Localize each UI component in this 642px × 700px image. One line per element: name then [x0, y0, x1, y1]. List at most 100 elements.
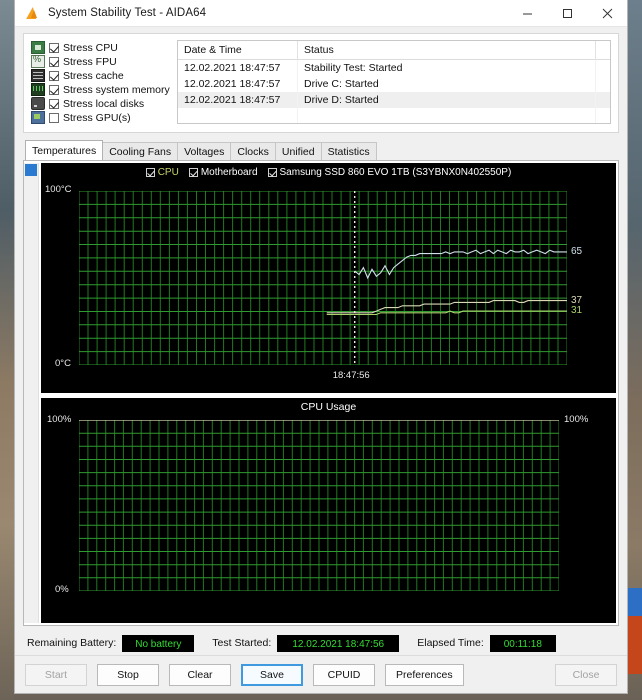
test-started-value: 12.02.2021 18:47:56: [277, 634, 400, 652]
close-button: Close: [555, 663, 617, 686]
flame-icon: [25, 5, 41, 21]
log-col-status: Status: [298, 41, 596, 60]
table-row[interactable]: 12.02.2021 18:47:57 Drive D: Started: [178, 92, 610, 108]
stress-option-row[interactable]: Stress local disks: [31, 97, 167, 110]
title-bar: System Stability Test - AIDA64: [15, 0, 627, 27]
stress-option-label: Stress system memory: [63, 83, 170, 96]
stress-option-checkbox[interactable]: [49, 112, 59, 123]
minimize-icon[interactable]: [507, 0, 547, 27]
test-started-label: Test Started:: [212, 637, 272, 649]
cpu-usage-plot: [79, 420, 559, 591]
window-controls: [507, 0, 627, 27]
stress-option-checkbox[interactable]: [49, 42, 59, 53]
usage-y-max-label-right: 100%: [564, 414, 589, 425]
log-col-tail: [596, 41, 610, 60]
legend-item[interactable]: CPU: [145, 167, 179, 178]
cpu-usage-chart[interactable]: CPU Usage 100% 100% 0%: [41, 398, 616, 623]
legend-label: Motherboard: [200, 167, 258, 178]
cpu-icon: [31, 41, 45, 54]
desktop-left-strip: [0, 0, 14, 700]
stress-option-label: Stress GPU(s): [63, 111, 131, 124]
battery-value: No battery: [122, 634, 195, 652]
memory-icon: [31, 83, 45, 96]
legend-checkbox[interactable]: [188, 168, 198, 177]
legend-label: CPU: [157, 167, 179, 178]
stress-option-row[interactable]: Stress FPU: [31, 54, 167, 68]
graph-area: CPU Motherboard Samsung SSD 860 EVO 1TB (S…: [23, 160, 619, 626]
graph-vertical-scrollbar[interactable]: [24, 163, 39, 623]
stress-option-label: Stress FPU: [63, 55, 117, 68]
stress-option-checkbox[interactable]: [49, 84, 59, 95]
stop-button[interactable]: Stop: [97, 663, 159, 686]
status-log-table[interactable]: Date & Time Status 12.02.2021 18:47:57 St…: [177, 40, 611, 124]
desktop-blue-accent: [628, 588, 642, 616]
cache-icon: [31, 69, 45, 82]
stress-option-row[interactable]: Stress CPU: [31, 41, 167, 54]
stress-option-row[interactable]: Stress GPU(s): [31, 111, 167, 124]
clear-button[interactable]: Clear: [169, 663, 231, 686]
log-cell-status: Drive C: Started: [298, 76, 596, 92]
scrollbar-thumb[interactable]: [25, 164, 37, 176]
log-cell-datetime: 12.02.2021 18:47:57: [178, 92, 298, 108]
log-table-header: Date & Time Status: [178, 41, 610, 60]
cpuid-button[interactable]: CPUID: [313, 663, 375, 686]
desktop-orange-accent: [628, 616, 642, 674]
tab-temperatures[interactable]: Temperatures: [25, 140, 104, 160]
window-title: System Stability Test - AIDA64: [48, 7, 207, 19]
y-axis-max-label: 100°C: [45, 184, 72, 195]
usage-y-min-label: 0%: [55, 584, 69, 595]
maximize-icon[interactable]: [547, 0, 587, 27]
legend-item[interactable]: Motherboard: [188, 167, 258, 178]
elapsed-time-label: Elapsed Time:: [417, 637, 484, 649]
tab-bar: Temperatures Cooling Fans Voltages Clocks Un…: [23, 140, 619, 160]
preferences-button[interactable]: Preferences: [385, 663, 464, 686]
button-bar: Start Stop Clear Save CPUID Preferences Close: [15, 655, 627, 693]
tab-voltages[interactable]: Voltages: [177, 142, 232, 160]
series-value-label: 31: [571, 305, 583, 317]
stress-option-row[interactable]: Stress cache: [31, 69, 167, 82]
log-cell-status: Stability Test: Started: [298, 60, 596, 76]
battery-label: Remaining Battery:: [27, 637, 117, 649]
tab-unified[interactable]: Unified: [274, 142, 322, 160]
log-empty-row: [178, 108, 610, 123]
stress-option-checkbox[interactable]: [49, 56, 59, 67]
stress-options-list: Stress CPUStress FPUStress cacheStress s…: [31, 40, 170, 124]
legend-label: Samsung SSD 860 EVO 1TB (S3YBNX0N402550P…: [279, 167, 512, 178]
disk-icon: [31, 97, 45, 110]
legend-item[interactable]: Samsung SSD 860 EVO 1TB (S3YBNX0N402550P…: [267, 167, 512, 178]
temperatures-plot: [79, 191, 567, 365]
stress-config-panel: Stress CPUStress FPUStress cacheStress s…: [23, 33, 619, 133]
temperatures-chart[interactable]: CPU Motherboard Samsung SSD 860 EVO 1TB (S…: [41, 163, 616, 393]
gpu-icon: [31, 111, 45, 124]
aida64-stability-window: System Stability Test - AIDA64 Stress CP…: [14, 0, 628, 694]
close-icon[interactable]: [587, 0, 627, 27]
tab-statistics[interactable]: Statistics: [320, 142, 377, 160]
stress-option-checkbox[interactable]: [49, 70, 59, 81]
log-table-body: 12.02.2021 18:47:57 Stability Test: Start…: [178, 60, 610, 108]
log-cell-datetime: 12.02.2021 18:47:57: [178, 60, 298, 76]
series-value-label: 37: [571, 294, 583, 306]
fpu-icon: [31, 54, 45, 68]
legend-checkbox[interactable]: [145, 168, 155, 177]
stress-option-label: Stress cache: [63, 69, 124, 82]
series-value-label: 65: [571, 245, 583, 257]
stress-option-checkbox[interactable]: [49, 98, 59, 109]
client-area: Stress CPUStress FPUStress cacheStress s…: [15, 27, 627, 655]
time-marker-label: 18:47:56: [332, 370, 370, 381]
tab-cooling-fans[interactable]: Cooling Fans: [102, 142, 179, 160]
stress-option-label: Stress CPU: [63, 41, 118, 54]
table-row[interactable]: 12.02.2021 18:47:57 Drive C: Started: [178, 76, 610, 92]
stress-option-row[interactable]: Stress system memory: [31, 83, 170, 96]
log-cell-status: Drive D: Started: [298, 92, 596, 108]
chart-legend: CPU Motherboard Samsung SSD 860 EVO 1TB (S…: [41, 167, 616, 178]
log-cell-datetime: 12.02.2021 18:47:57: [178, 76, 298, 92]
table-row[interactable]: 12.02.2021 18:47:57 Stability Test: Start…: [178, 60, 610, 76]
status-bar: Remaining Battery: No battery Test Start…: [23, 631, 619, 655]
cpu-usage-title: CPU Usage: [300, 401, 357, 413]
save-button[interactable]: Save: [241, 663, 303, 686]
log-col-datetime: Date & Time: [178, 41, 298, 60]
tab-clocks[interactable]: Clocks: [230, 142, 276, 160]
stress-option-label: Stress local disks: [63, 97, 145, 110]
graph-stack: CPU Motherboard Samsung SSD 860 EVO 1TB (S…: [41, 163, 616, 623]
legend-checkbox[interactable]: [267, 168, 277, 177]
